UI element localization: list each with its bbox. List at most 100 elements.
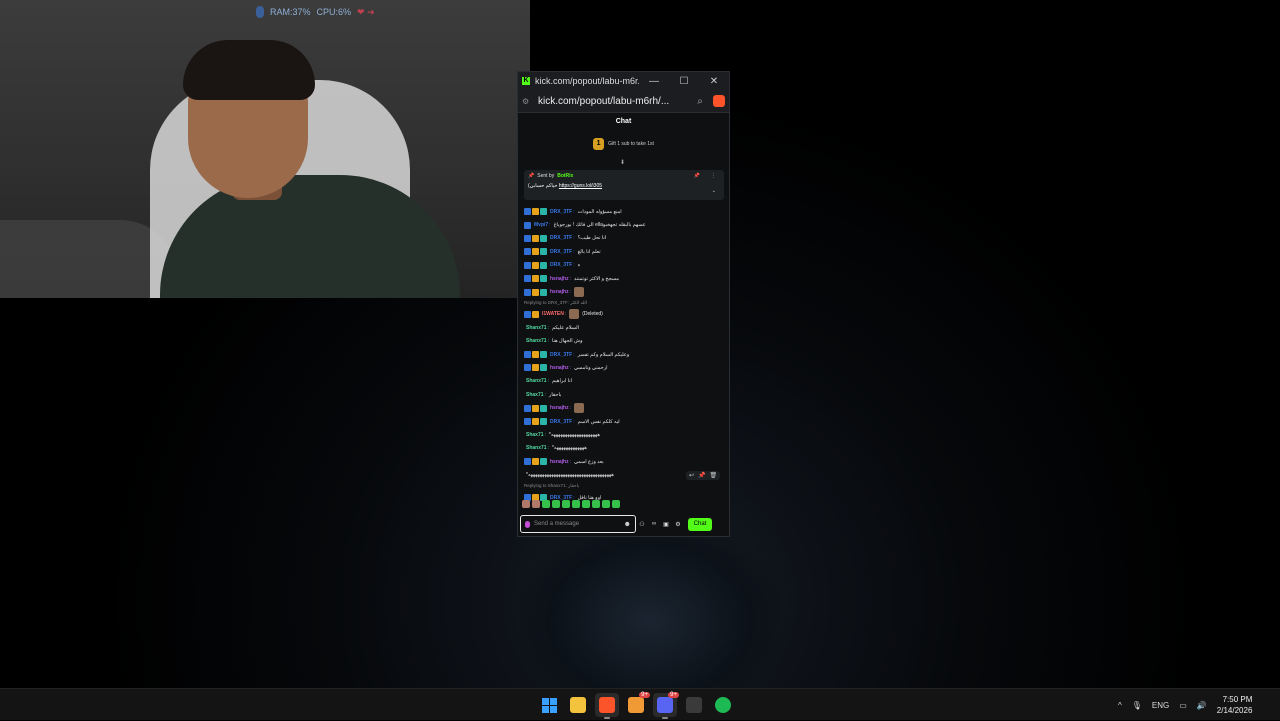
quick-emote[interactable] [612,500,620,508]
chat-username[interactable]: Shanx71 [526,325,547,331]
chat-message[interactable]: DRX_3TF: انا نحل طيب؟ [524,232,728,245]
minimize-button[interactable]: — [639,76,669,87]
clock[interactable]: 7:50 PM 2/14/2026 [1217,694,1253,716]
maximize-button[interactable]: ☐ [669,76,699,87]
tray-chevron-icon[interactable]: ^ [1118,701,1122,710]
volume-icon[interactable]: 🔊 [1197,701,1207,710]
microphone-icon[interactable]: 🎙 [1132,701,1142,710]
chat-message[interactable]: Shanx71: السلام عليكم [524,321,728,334]
chat-message[interactable]: DRX_3TF: ليه كلكم نفس الاسم [524,415,728,428]
taskbar-discord[interactable]: 9+ [653,692,679,719]
chat-username[interactable]: Mvpi7 [534,222,548,228]
chat-username[interactable]: hsnajhz [550,289,569,295]
chat-username[interactable]: hsnajhz [550,459,569,465]
chat-username[interactable]: hsnajhz [550,365,569,371]
chat-message[interactable]: DRX_3TF: امنع مسؤوله المودات [524,205,728,218]
chat-message[interactable]: Shax71: *ههههههههههههههههههههه [524,428,728,441]
taskbar-file-explorer[interactable] [566,693,590,717]
pinned-bot-name[interactable]: BotRix [557,173,573,179]
close-button[interactable]: ✕ [699,76,729,87]
obs-studio-icon [686,697,702,713]
taskbar-brave-browser[interactable] [595,693,619,719]
quick-emote[interactable] [562,500,570,508]
chat-username[interactable]: DRX_3TF [550,262,572,268]
chat-username[interactable]: hsnajhz [550,405,569,411]
quick-emote[interactable] [602,500,610,508]
chat-username[interactable]: hsnajhz [550,276,569,282]
chat-message[interactable]: Mvpi7: الي فاتك ! بورجوباغ ellaعسهم بالبق… [524,218,728,231]
quick-emote[interactable] [592,500,600,508]
chat-message[interactable]: hsnajhz: مسجح و الاكثر توتمنند [524,272,728,285]
user-badge-icon [540,288,547,296]
gift-icon[interactable]: ▣ [660,521,672,528]
chat-message[interactable]: Shanx71: انا ابراهيم [524,375,728,388]
chat-message-text: (Deleted) [582,311,603,318]
language-indicator[interactable]: ENG [1152,701,1169,710]
quick-emote[interactable] [572,500,580,508]
quick-emote[interactable] [542,500,550,508]
url-field[interactable]: kick.com/popout/labu-m6rh/... [538,96,691,107]
brave-shield-icon[interactable] [713,95,725,107]
user-badge-icon [540,364,547,372]
chat-username[interactable]: DRX_3TF [550,352,572,358]
chat-username[interactable]: DRX_3TF [550,419,572,425]
pin-message-icon[interactable]: 📌 [698,472,705,479]
user-badge-icon [532,288,539,296]
display-icon[interactable]: ▭ [1179,701,1187,710]
chat-username[interactable]: Shanx71 [526,338,547,344]
mic-icon[interactable] [525,520,530,528]
gift-sub-banner[interactable]: 1 Gift 1 sub to take 1st [518,131,729,157]
chat-message[interactable]: DRX_3TF: تعلم انا بالغ [524,245,728,258]
taskbar-obs-studio[interactable] [682,693,706,717]
brave-browser-icon [599,697,615,713]
chat-username[interactable]: Shax71 [526,432,544,438]
more-options-icon[interactable]: ⋮ [711,173,716,179]
webcam-overlay: RAM:37% CPU:6% ❤ ➜ [0,0,530,298]
username-separator: : [564,311,567,318]
users-icon[interactable]: ⚇ [636,521,648,528]
send-chat-button[interactable]: Chat [688,517,712,531]
user-badge-icon [540,234,547,242]
taskbar-chat-app[interactable]: 9+ [624,692,650,717]
chat-username[interactable]: DRX_3TF [550,209,572,215]
chat-message[interactable]: Shanx71: وش الجهال هنا [524,335,728,348]
chat-username[interactable]: I1WATEN [542,311,564,317]
chat-message[interactable]: Shanx71: *هههههههههههههه [524,442,728,455]
chat-message[interactable]: hsnajhz: بعد وزع اسمي [524,455,728,468]
emote-avatar[interactable] [522,500,530,508]
chat-message[interactable]: hsnajhz: [524,285,728,298]
chat-username[interactable]: Shanx71 [526,378,547,384]
zoom-search-icon[interactable]: ⌕ [691,96,709,107]
emoji-icon[interactable]: ☻ [624,521,631,528]
message-input[interactable]: Send a message ☻ [520,515,636,533]
chat-message[interactable]: I1WATEN: (Deleted) [524,308,728,321]
username-separator: : [547,445,549,452]
user-badge-icon [532,208,539,216]
chat-message[interactable]: DRX_3TF: وعليكم السلام وكم تفسر [524,348,728,361]
settings-icon[interactable]: ⚙ [672,521,684,528]
clock-date: 2/14/2026 [1216,706,1253,715]
mic-indicator-icon [256,6,264,18]
chat-message-text: *ههههههههههههههههههههه [548,431,600,438]
chat-message[interactable]: Shax71: باحقار [524,388,728,401]
infinity-icon[interactable]: ∞ [648,521,660,527]
chat-username[interactable]: DRX_3TF [550,249,572,255]
chat-message[interactable]: DRX_3TF: ه [524,259,728,272]
reply-icon[interactable]: ↩ [689,472,694,479]
delete-icon[interactable]: 🗑 [710,472,718,479]
taskbar-spotify[interactable] [711,693,735,717]
chevron-down-icon[interactable]: ⌄ [712,188,716,194]
unpin-icon[interactable]: 📌 [694,173,700,179]
taskbar-windows-start[interactable] [537,693,561,717]
expand-arrow-icon[interactable]: ⬇ [620,159,625,166]
pinned-link[interactable]: https://guns.lol/i305 [559,183,602,189]
chat-message[interactable]: hsnajhz: [524,401,728,414]
quick-emote[interactable] [552,500,560,508]
chat-message[interactable]: hsnajhz: ارحمني ونامسي [524,361,728,374]
chat-username[interactable]: Shax71 [526,392,544,398]
chat-username[interactable]: DRX_3TF [550,235,572,241]
site-info-icon[interactable]: ⚙ [522,97,538,106]
emote-avatar[interactable] [532,500,540,508]
quick-emote[interactable] [582,500,590,508]
chat-username[interactable]: Shanx71 [526,445,547,451]
